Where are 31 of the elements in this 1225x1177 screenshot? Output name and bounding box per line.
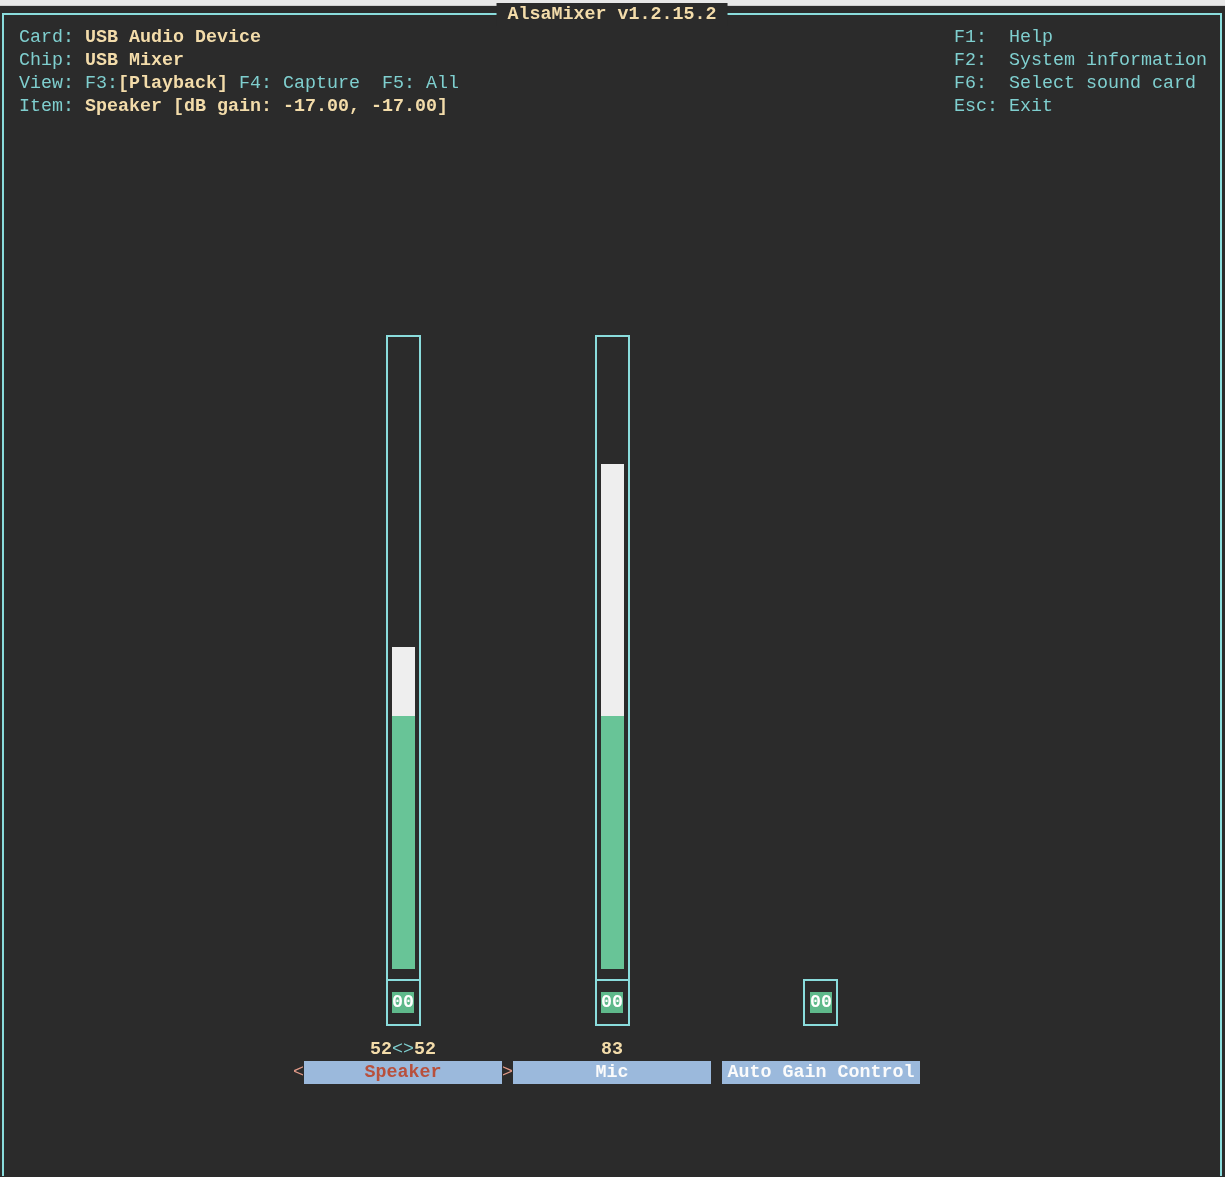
- shortcut-label: Help: [1009, 27, 1053, 48]
- shortcut-key: F5:: [381, 73, 415, 94]
- mute-toggle[interactable]: 00: [809, 992, 832, 1013]
- view-tab[interactable]: Capture: [282, 73, 360, 94]
- shortcut-key: F3:: [85, 73, 118, 94]
- selection-marker: <: [293, 1061, 305, 1084]
- view-tab[interactable]: All: [425, 73, 459, 94]
- field-label: Chip:: [19, 50, 74, 71]
- field-label: View:: [19, 73, 74, 94]
- field-value: Speaker [dB gain: -17.00, -17.00]: [85, 96, 448, 117]
- field-value: USB Audio Device: [85, 27, 261, 48]
- channel-label[interactable]: Auto Gain Control: [721, 1061, 920, 1084]
- field-label: Card:: [19, 27, 74, 48]
- mute-toggle[interactable]: 00: [392, 992, 415, 1013]
- shortcut-label: System information: [1009, 50, 1207, 71]
- shortcut-key: F1:: [954, 26, 1009, 49]
- shortcut-key: F6:: [954, 72, 1009, 95]
- mute-toggle[interactable]: 00: [601, 992, 623, 1013]
- channel-label[interactable]: Speaker: [304, 1061, 503, 1084]
- shortcut-key: Esc:: [954, 95, 1009, 118]
- field-value: USB Mixer: [85, 50, 184, 71]
- volume-reading: 52<>52: [370, 1039, 437, 1060]
- shortcut-label: Select sound card: [1009, 73, 1196, 94]
- volume-reading: 83: [601, 1039, 623, 1060]
- channel-label[interactable]: Mic: [513, 1061, 711, 1084]
- shortcut-label: Exit: [1009, 96, 1053, 117]
- shortcut-key: F4:: [238, 73, 272, 94]
- shortcut-key: F2:: [954, 49, 1009, 72]
- field-label: Item:: [19, 96, 74, 117]
- view-tab[interactable]: [Playback]: [118, 73, 228, 94]
- selection-marker: >: [502, 1061, 513, 1084]
